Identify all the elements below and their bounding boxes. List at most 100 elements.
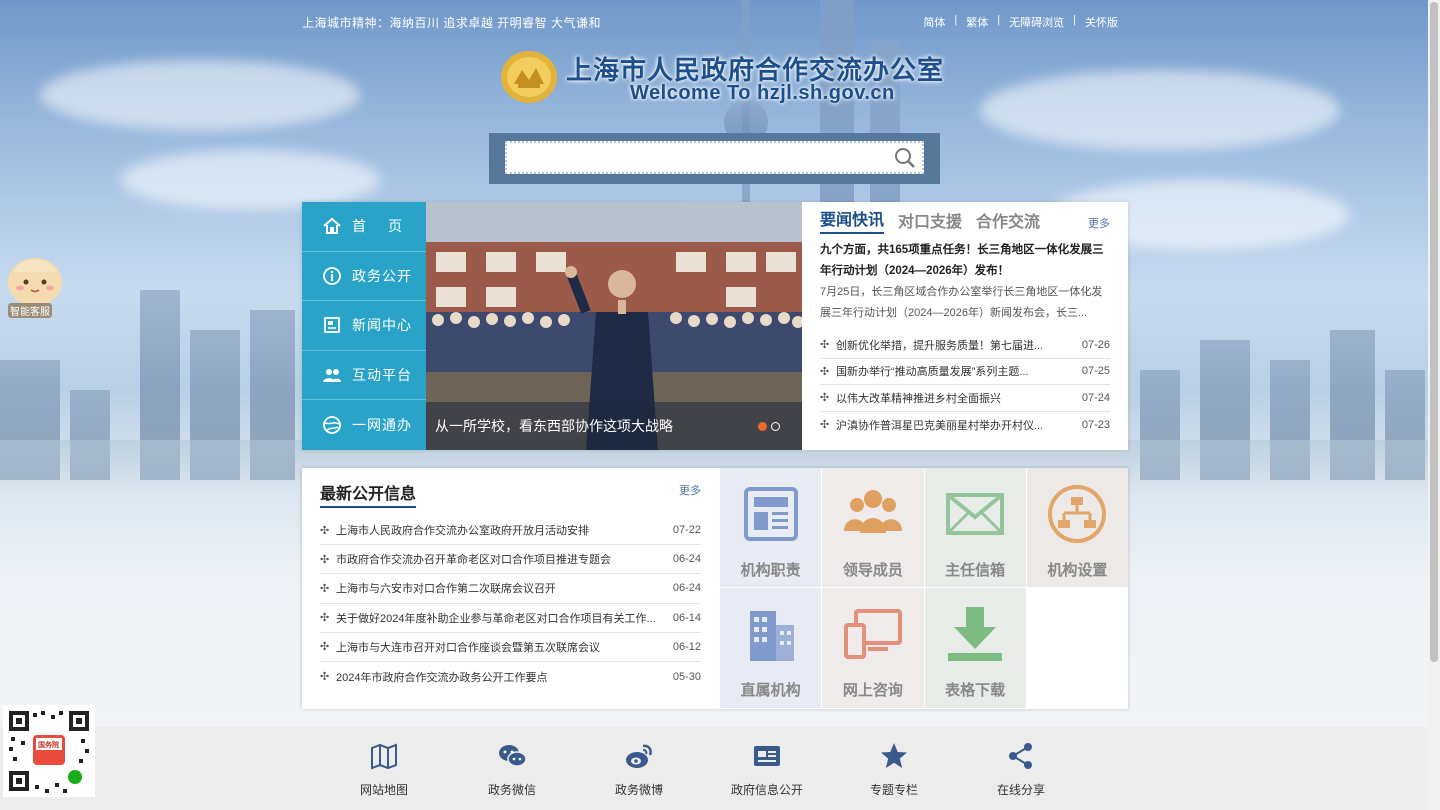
org-chart-icon — [1048, 485, 1107, 543]
slide-caption[interactable]: 从一所学校，看东西部协作这项大战略 — [426, 402, 802, 450]
list-item[interactable]: ✣ 以伟大改革精神推进乡村全面振兴 07-24 — [820, 385, 1110, 412]
footer-weibo[interactable]: 政务微博 — [579, 741, 699, 798]
bullet-icon: ✣ — [820, 392, 830, 405]
nav-item-one-stop[interactable]: 一网通办 — [302, 400, 426, 450]
list-item-date: 05-30 — [672, 670, 701, 683]
tile-form-download[interactable]: 表格下载 — [923, 588, 1026, 709]
footer-wechat[interactable]: 政务微信 — [452, 741, 572, 798]
list-item-title: 以伟大改革精神推进乡村全面振兴 — [836, 392, 1001, 405]
top-bar: 上海城市精神：海纳百川 追求卓越 开明睿智 大气谦和 简体 | 繁体 | 无障碍… — [302, 14, 1128, 32]
document-icon — [743, 487, 798, 541]
list-item-date: 06-24 — [672, 582, 701, 595]
nav-item-label: 首页 — [352, 218, 424, 235]
tab-counterpart-support[interactable]: 对口支援 — [898, 208, 962, 234]
list-item-date: 06-12 — [672, 640, 701, 653]
link-simplified[interactable]: 简体 — [923, 14, 945, 30]
list-item[interactable]: ✣ 创新优化举措，提升服务质量！第七届进... 07-26 — [820, 332, 1110, 359]
home-icon — [323, 217, 341, 235]
footer-site-map[interactable]: 网站地图 — [324, 741, 444, 798]
search-box — [505, 141, 924, 174]
info-icon — [323, 266, 341, 285]
main-block: 首页 政务公开 新闻中心 互动平台 一网通办 从一所学校，看东西部协作这项大战略… — [302, 202, 1128, 450]
nav-item-label: 新闻中心 — [352, 317, 412, 334]
footer-item-label: 在线分享 — [996, 783, 1045, 797]
list-item[interactable]: ✣ 上海市与大连市召开对口合作座谈会暨第五次联席会议 06-12 — [320, 633, 701, 662]
city-spirit-text: 上海城市精神：海纳百川 追求卓越 开明睿智 大气谦和 — [302, 16, 602, 30]
bullet-icon: ✣ — [320, 641, 330, 654]
emblem-logo — [500, 50, 558, 104]
tile-director-mailbox[interactable]: 主任信箱 — [923, 468, 1026, 588]
news-tabs: 要闻快讯 对口支援 合作交流 更多 — [820, 212, 1110, 234]
list-item-date: 07-22 — [672, 524, 701, 537]
list-item-date: 07-26 — [1081, 338, 1110, 351]
list-item[interactable]: ✣ 关于做好2024年度补助企业参与革命老区对口合作项目有关工作... 06-14 — [320, 604, 701, 633]
globe-icon — [323, 416, 341, 435]
slider-dot[interactable] — [771, 422, 780, 431]
news-headline[interactable]: 九个方面，共165项重点任务！长三角地区一体化发展三年行动计划（2024—202… — [820, 240, 1110, 282]
list-item[interactable]: ✣ 2024年市政府合作交流办政务公开工作要点 05-30 — [320, 662, 701, 691]
tile-online-consult[interactable]: 网上咨询 — [821, 588, 924, 709]
tile-responsibilities[interactable]: 机构职责 — [719, 468, 822, 588]
footer-bar: 网站地图 政务微信 政务微博 政府信息公开 专题专栏 在线分享 — [0, 727, 1428, 810]
tile-org-structure[interactable]: 机构设置 — [1025, 468, 1128, 588]
list-item[interactable]: ✣ 上海市人民政府合作交流办公室政府开放月活动安排 07-22 — [320, 516, 701, 546]
divider: | — [997, 14, 1001, 26]
list-item[interactable]: ✣ 上海市与六安市对口合作第二次联席会议召开 06-24 — [320, 574, 701, 604]
map-icon — [371, 743, 397, 770]
page-scrollbar[interactable] — [1428, 0, 1440, 810]
leaders-icon — [843, 490, 902, 533]
nav-item-interaction[interactable]: 互动平台 — [302, 350, 426, 401]
footer-special-topics[interactable]: 专题专栏 — [834, 741, 954, 798]
bullet-icon: ✣ — [320, 582, 330, 595]
news-icon — [324, 317, 340, 334]
link-traditional[interactable]: 繁体 — [966, 14, 988, 30]
list-item[interactable]: ✣ 沪滇协作普洱星巴克美丽星村举办开村仪... 07-23 — [820, 412, 1110, 439]
open-info-more-link[interactable]: 更多 — [679, 482, 701, 498]
list-item-date: 07-25 — [1081, 365, 1110, 378]
footer-share[interactable]: 在线分享 — [961, 741, 1081, 798]
list-item-date: 06-24 — [672, 553, 701, 566]
divider: | — [954, 14, 958, 26]
list-item-date: 06-14 — [672, 611, 701, 624]
list-item[interactable]: ✣ 市政府合作交流办召开革命老区对口合作项目推进专题会 06-24 — [320, 545, 701, 575]
link-care-mode[interactable]: 关怀版 — [1085, 14, 1118, 30]
smart-service-label[interactable]: 智能客服 — [8, 303, 52, 318]
tab-headlines[interactable]: 要闻快讯 — [820, 206, 885, 234]
footer-item-label: 网站地图 — [359, 783, 408, 797]
footer-item-label: 政务微信 — [487, 783, 536, 797]
news-more-link[interactable]: 更多 — [1088, 215, 1110, 231]
list-item-title: 上海市人民政府合作交流办公室政府开放月活动安排 — [336, 525, 589, 538]
open-info-title: 最新公开信息 — [320, 480, 417, 508]
nav-item-label: 政务公开 — [352, 267, 412, 284]
quick-tiles: 机构职责 领导成员 主任信箱 机构设置 直属机构 网上咨询 表格下载 — [719, 468, 1128, 709]
list-item-date: 07-23 — [1081, 418, 1110, 431]
mail-icon — [946, 493, 1005, 535]
qr-code[interactable]: 国务院 — [3, 705, 95, 797]
scrollbar-thumb[interactable] — [1430, 2, 1438, 662]
news-list: ✣ 创新优化举措，提升服务质量！第七届进... 07-26 ✣ 国新办举行“推动高质量… — [820, 332, 1110, 438]
nav-item-news-center[interactable]: 新闻中心 — [302, 301, 426, 351]
news-slider[interactable]: 从一所学校，看东西部协作这项大战略 — [426, 202, 802, 450]
lower-block: 最新公开信息 更多 ✣ 上海市人民政府合作交流办公室政府开放月活动安排 07-22 … — [302, 468, 1128, 709]
list-item[interactable]: ✣ 国新办举行“推动高质量发展”系列主题... 07-25 — [820, 359, 1110, 385]
tile-leaders[interactable]: 领导成员 — [821, 468, 924, 588]
download-icon — [948, 607, 1003, 661]
footer-gov-info[interactable]: 政府信息公开 — [707, 741, 827, 798]
tile-label: 机构设置 — [1047, 562, 1108, 579]
bullet-icon: ✣ — [320, 671, 330, 684]
divider: | — [1073, 14, 1076, 26]
list-item-title: 创新优化举措，提升服务质量！第七届进... — [836, 339, 1044, 352]
slider-dot[interactable] — [758, 422, 767, 431]
search-icon[interactable] — [894, 147, 916, 169]
tab-cooperation[interactable]: 合作交流 — [976, 208, 1040, 234]
search-input[interactable] — [507, 143, 887, 171]
footer-item-label: 专题专栏 — [869, 783, 918, 797]
nav-item-home[interactable]: 首页 — [302, 202, 426, 252]
news-panel: 要闻快讯 对口支援 合作交流 更多 九个方面，共165项重点任务！长三角地区一体… — [802, 202, 1128, 450]
tile-affiliated-institutions[interactable]: 直属机构 — [719, 588, 822, 709]
nav-item-gov-affairs[interactable]: 政务公开 — [302, 251, 426, 302]
top-links: 简体 | 繁体 | 无障碍浏览 | 关怀版 — [923, 14, 1118, 30]
bullet-icon: ✣ — [820, 339, 830, 352]
main-nav: 首页 政务公开 新闻中心 互动平台 一网通办 — [302, 202, 426, 450]
link-accessibility[interactable]: 无障碍浏览 — [1009, 14, 1064, 30]
